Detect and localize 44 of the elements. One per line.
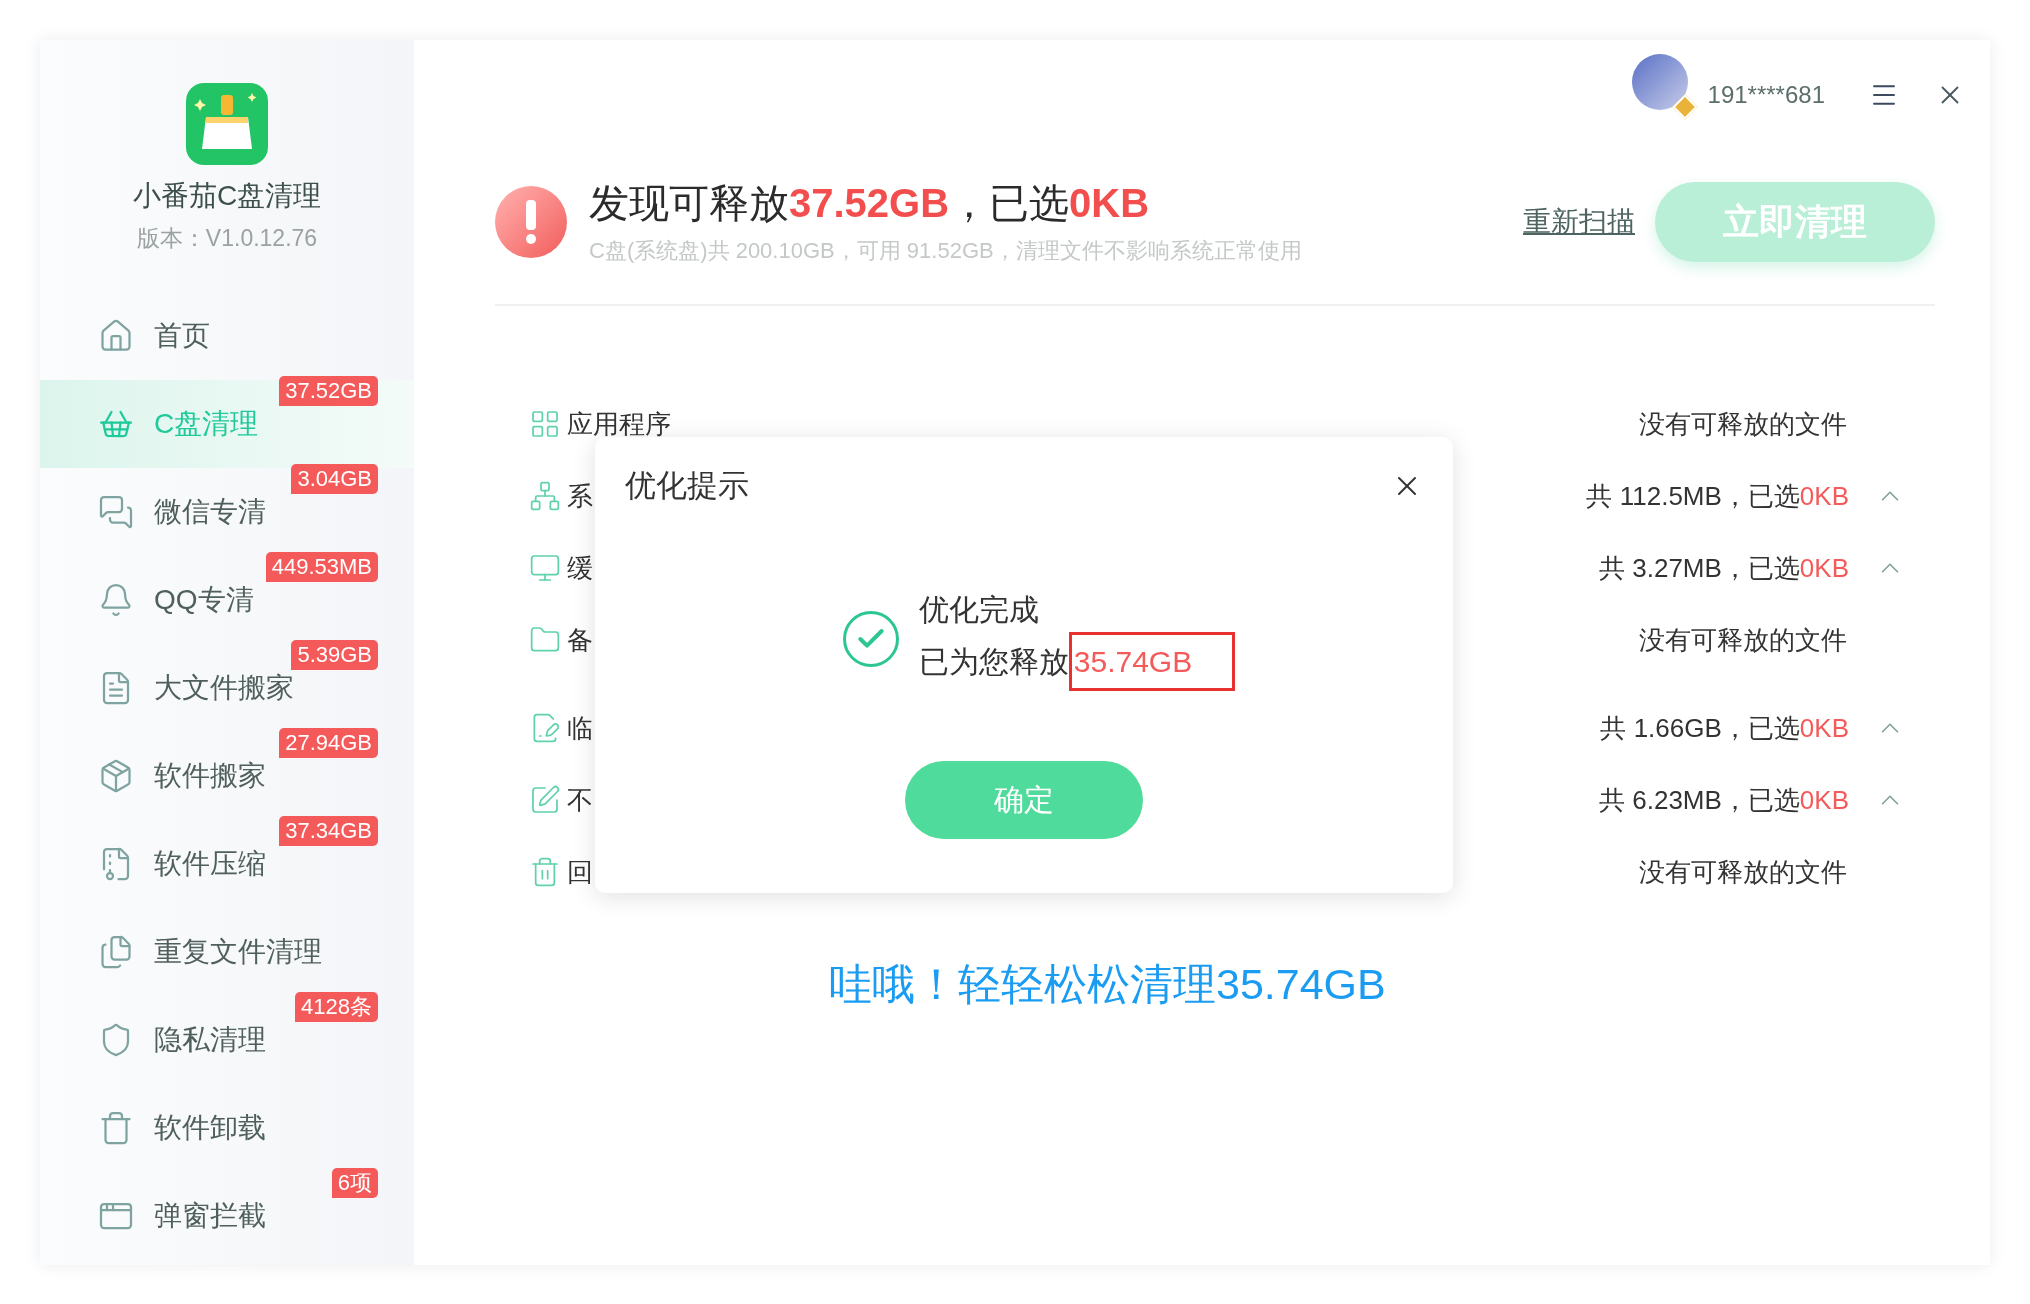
completion-heading: 优化完成 bbox=[918, 591, 1040, 628]
count-badge: 4128条 bbox=[295, 991, 378, 1022]
category-label: 不 bbox=[567, 783, 593, 817]
grid-icon bbox=[529, 408, 561, 440]
category-status: 没有可释放的文件 bbox=[1639, 407, 1847, 441]
box-icon bbox=[98, 757, 134, 794]
category-size: 共 3.27MB，已选0KB bbox=[1599, 551, 1849, 585]
count-badge: 5.39GB bbox=[291, 639, 378, 670]
count-badge: 37.52GB bbox=[279, 375, 378, 406]
square-pen-icon bbox=[529, 784, 561, 816]
app-name: 小番茄C盘清理 bbox=[132, 179, 322, 213]
freed-amount: 35.74GB bbox=[1068, 631, 1236, 691]
category-size: 共 6.23MB，已选0KB bbox=[1599, 783, 1849, 817]
count-badge: 3.04GB bbox=[291, 463, 378, 494]
category-label: 系 bbox=[567, 479, 593, 513]
category-label: 备 bbox=[567, 623, 593, 657]
bell-icon bbox=[98, 581, 134, 618]
scan-result-title: 发现可释放37.52GB，已选0KB bbox=[589, 179, 1151, 227]
trash-icon bbox=[529, 856, 561, 888]
result-message: 哇哦！轻轻松松清理35.74GB bbox=[829, 959, 1386, 1010]
rescan-link[interactable]: 重新扫描 bbox=[1523, 201, 1635, 243]
category-label: 回 bbox=[567, 855, 593, 889]
house-icon bbox=[98, 317, 134, 354]
category-label: 缓 bbox=[567, 551, 593, 585]
nav-item[interactable]: C盘清理 37.52GB bbox=[40, 379, 414, 468]
disk-summary: C盘(系统盘)共 200.10GB，可用 91.52GB，清理文件不影响系统正常使用 bbox=[589, 236, 1303, 265]
category-size: 共 1.66GB，已选0KB bbox=[1600, 711, 1849, 745]
count-badge: 37.34GB bbox=[279, 815, 378, 846]
network-icon bbox=[529, 480, 561, 512]
monitor-icon bbox=[529, 552, 561, 584]
count-badge: 449.53MB bbox=[265, 551, 378, 582]
user-name: 191****681 bbox=[1707, 80, 1825, 110]
category-size: 共 112.5MB，已选0KB bbox=[1586, 479, 1849, 513]
files-icon bbox=[98, 933, 134, 970]
dialog-title: 优化提示 bbox=[625, 467, 749, 505]
chat-bubbles-icon bbox=[98, 493, 134, 530]
category-label: 应用程序 bbox=[567, 407, 671, 441]
app-version: 版本：V1.0.12.76 bbox=[136, 224, 318, 253]
count-badge: 27.94GB bbox=[279, 727, 378, 758]
category-label: 临 bbox=[567, 711, 593, 745]
freed-message: 已为您释放 bbox=[918, 643, 1069, 680]
category-status: 没有可释放的文件 bbox=[1639, 855, 1847, 889]
category-status: 没有可释放的文件 bbox=[1639, 623, 1847, 657]
count-badge: 6项 bbox=[331, 1167, 378, 1198]
